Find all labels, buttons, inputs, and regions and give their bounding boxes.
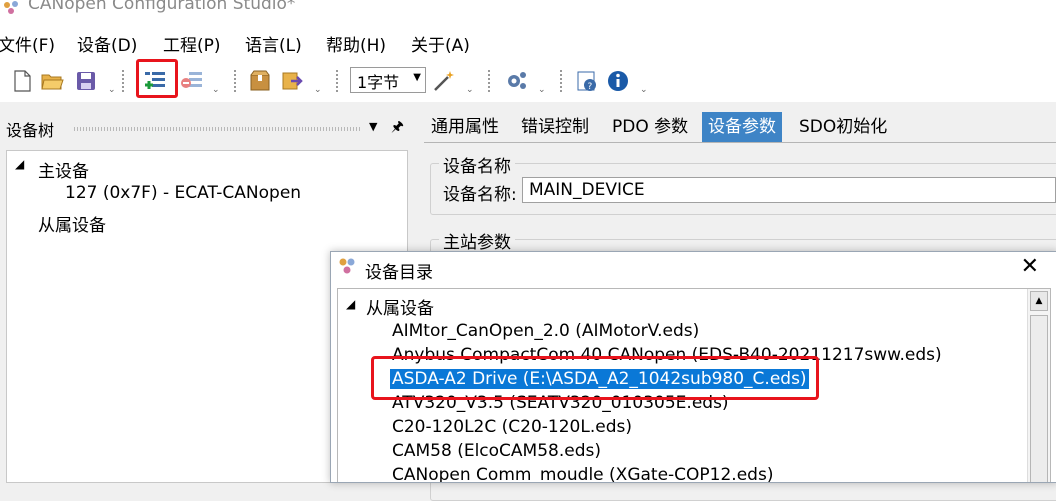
device-name-label: 设备名称: [443,185,517,205]
remove-device-icon[interactable] [180,69,204,93]
wand-dropdown-icon[interactable]: ⌄ [466,85,474,95]
vertical-scrollbar[interactable]: ▲ [1027,289,1050,482]
wand-icon[interactable] [432,69,456,93]
menu-help[interactable]: 帮助(H) [326,31,386,56]
new-file-icon[interactable] [10,69,34,93]
tab-pdo[interactable]: PDO 参数 [606,112,694,142]
settings-dropdown-icon[interactable]: ⌄ [538,85,546,95]
catalog-root[interactable]: 从属设备 [366,294,434,319]
toolbar-separator [488,70,490,92]
menu-project[interactable]: 工程(P) [163,31,221,56]
save-icon[interactable] [74,69,98,93]
window-title: CANopen Configuration Studio* [28,0,296,14]
remove-dropdown-icon[interactable]: ⌄ [212,85,220,95]
tab-error-control[interactable]: 错误控制 [515,112,595,142]
tab-strip: 通用属性 错误控制 PDO 参数 设备参数 SDO初始化 [424,112,1056,144]
toolbar-separator [560,70,562,92]
menu-device[interactable]: 设备(D) [77,31,137,56]
tree-item-master-node[interactable]: 127 (0x7F) - ECAT-CANopen [65,183,301,203]
save-dropdown-icon[interactable]: ⌄ [108,85,116,95]
app-icon [4,1,18,14]
group-device-name-title: 设备名称 [439,152,515,177]
help-icon[interactable]: ? [575,69,599,93]
chevron-down-icon[interactable]: ▼ [369,120,377,133]
pane-grip[interactable] [74,127,362,131]
svg-text:?: ? [588,82,593,92]
collapse-icon[interactable]: ◢ [346,297,355,311]
byte-size-select[interactable]: 1字节 ▼ [350,67,426,93]
menu-language[interactable]: 语言(L) [245,31,302,56]
open-folder-icon[interactable] [40,69,64,93]
info-dropdown-icon[interactable]: ⌄ [640,85,648,95]
device-name-value: MAIN_DEVICE [529,180,645,200]
annotation-highlight [371,356,819,400]
close-icon[interactable]: ✕ [1021,254,1039,279]
app-icon [339,258,355,274]
package-icon[interactable] [248,69,272,93]
menu-about[interactable]: 关于(A) [411,31,470,56]
catalog-item[interactable]: C20-120L2C (C20-120L.eds) [392,417,632,437]
catalog-item[interactable]: CANopen Comm_moudle (XGate-COP12.eds) [392,465,773,482]
tab-sdo-init[interactable]: SDO初始化 [793,112,893,142]
toolbar-separator [336,70,338,92]
device-name-field[interactable]: MAIN_DEVICE [522,177,1056,203]
settings-icon[interactable] [504,69,528,93]
annotation-highlight [136,59,178,98]
dialog-title: 设备目录 [365,263,433,283]
export-icon[interactable] [280,69,304,93]
collapse-icon[interactable]: ◢ [15,157,24,171]
export-dropdown-icon[interactable]: ⌄ [314,85,322,95]
scroll-up-icon[interactable]: ▲ [1030,291,1048,311]
catalog-item[interactable]: CAM58 (ElcoCAM58.eds) [392,441,601,461]
pin-icon[interactable]: 🖈 [391,116,404,140]
tree-item-slaves[interactable]: 从属设备 [38,211,106,236]
device-tree-title: 设备树 [6,121,55,140]
catalog-item[interactable]: AIMtor_CanOpen_2.0 (AIMotorV.eds) [392,321,699,341]
menu-file[interactable]: 文件(F) [0,31,55,56]
group-master-title: 主站参数 [439,228,515,253]
menu-bar: 文件(F) 设备(D) 工程(P) 语言(L) 帮助(H) 关于(A) [0,22,1056,60]
tab-device-params[interactable]: 设备参数 [702,112,782,142]
tree-item-master[interactable]: 主设备 [38,157,89,182]
toolbar-separator [234,70,236,92]
chevron-down-icon: ▼ [413,72,421,83]
toolbar-separator [122,70,124,92]
tab-general[interactable]: 通用属性 [425,112,505,142]
byte-size-value: 1字节 [357,73,400,92]
title-bar: CANopen Configuration Studio* [0,0,1056,22]
scroll-thumb[interactable] [1030,315,1048,482]
info-icon[interactable] [606,69,630,93]
